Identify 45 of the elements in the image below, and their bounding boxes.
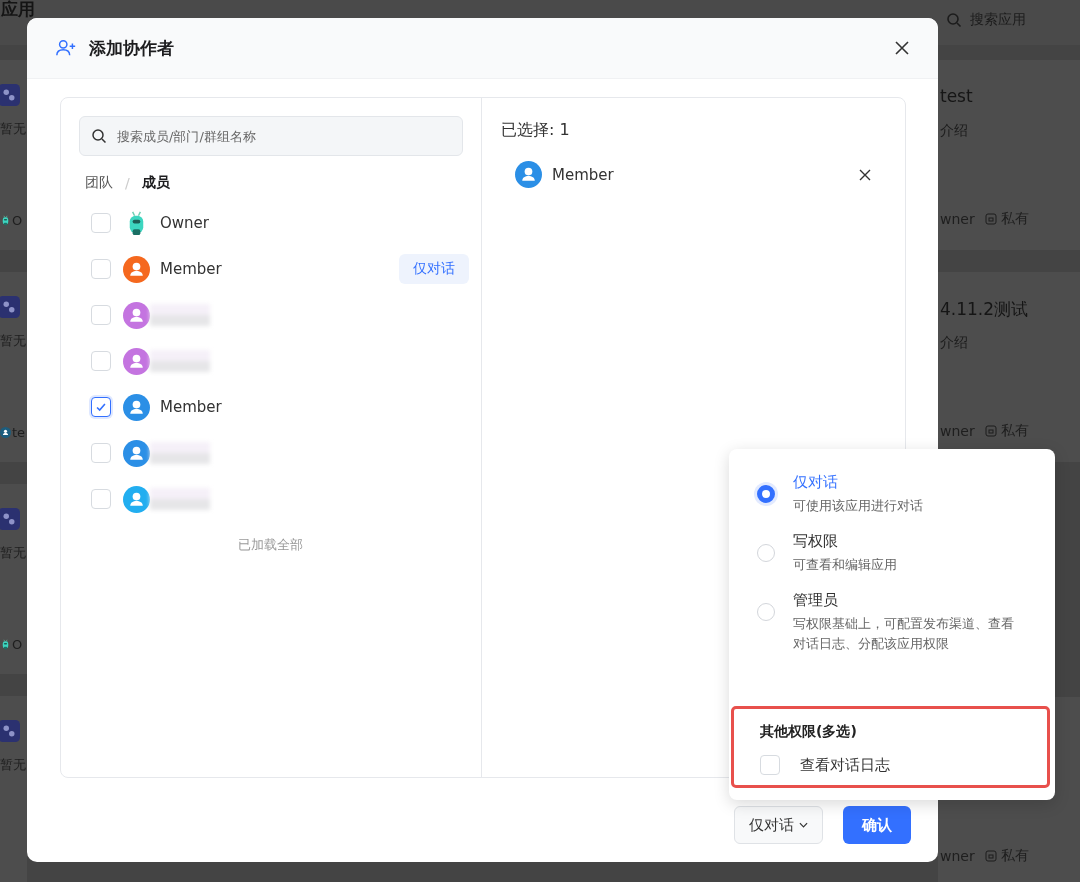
member-name: Member [160, 398, 222, 416]
redacted-name [150, 442, 210, 464]
app-title: test [940, 86, 974, 108]
dialog-title: 添加协作者 [89, 36, 175, 60]
user-avatar-icon [0, 427, 11, 438]
role-dropdown[interactable]: 仅对话 [734, 806, 823, 844]
loaded-note: 已加载全部 [236, 536, 304, 554]
breadcrumb-item[interactable]: 团队 [85, 174, 113, 192]
app-icon [0, 508, 20, 530]
section-title: 其他权限(多选) [760, 723, 858, 741]
redacted-name [150, 304, 210, 326]
lock-icon [984, 850, 997, 862]
selected-count: 已选择: 1 [501, 120, 571, 141]
search-field[interactable]: 搜索成员/部门/群组名称 [79, 116, 463, 156]
member-name: Member [552, 165, 614, 184]
breadcrumb-item[interactable]: 成员 [141, 174, 170, 192]
app-icon [0, 296, 20, 318]
radio-button[interactable] [757, 485, 775, 503]
confirm-button[interactable]: 确认 [843, 806, 911, 844]
option-label: 查看对话日志 [800, 755, 890, 775]
caret-icon [799, 822, 808, 828]
option-description: 可查看和编辑应用 [793, 556, 898, 574]
option-label: 管理员 [793, 591, 839, 610]
option-description: 写权限基础上，可配置发布渠道、查看对话日志、分配该应用权限 [793, 615, 1015, 653]
robot-avatar-icon [0, 639, 11, 650]
close-icon [894, 40, 910, 56]
redacted-name [150, 350, 210, 372]
redacted-name [150, 488, 210, 510]
checkbox[interactable] [91, 397, 111, 417]
app-icon [0, 84, 20, 106]
search-icon [946, 12, 962, 28]
robot-avatar-icon [0, 215, 11, 226]
role-tag[interactable]: 仅对话 [399, 254, 469, 284]
close-icon [859, 168, 871, 181]
app-title: 4.11.2测试 [940, 298, 1030, 320]
option-label: 写权限 [793, 532, 839, 551]
app-icon [0, 720, 20, 742]
option-description: 可使用该应用进行对话 [793, 497, 924, 515]
member-name: Member [160, 260, 222, 278]
option-label: 仅对话 [793, 473, 839, 492]
breadcrumb-separator: / [125, 175, 130, 191]
lock-icon [984, 425, 997, 437]
search-icon [91, 128, 107, 144]
member-name: Owner [160, 214, 209, 232]
lock-icon [984, 213, 997, 225]
